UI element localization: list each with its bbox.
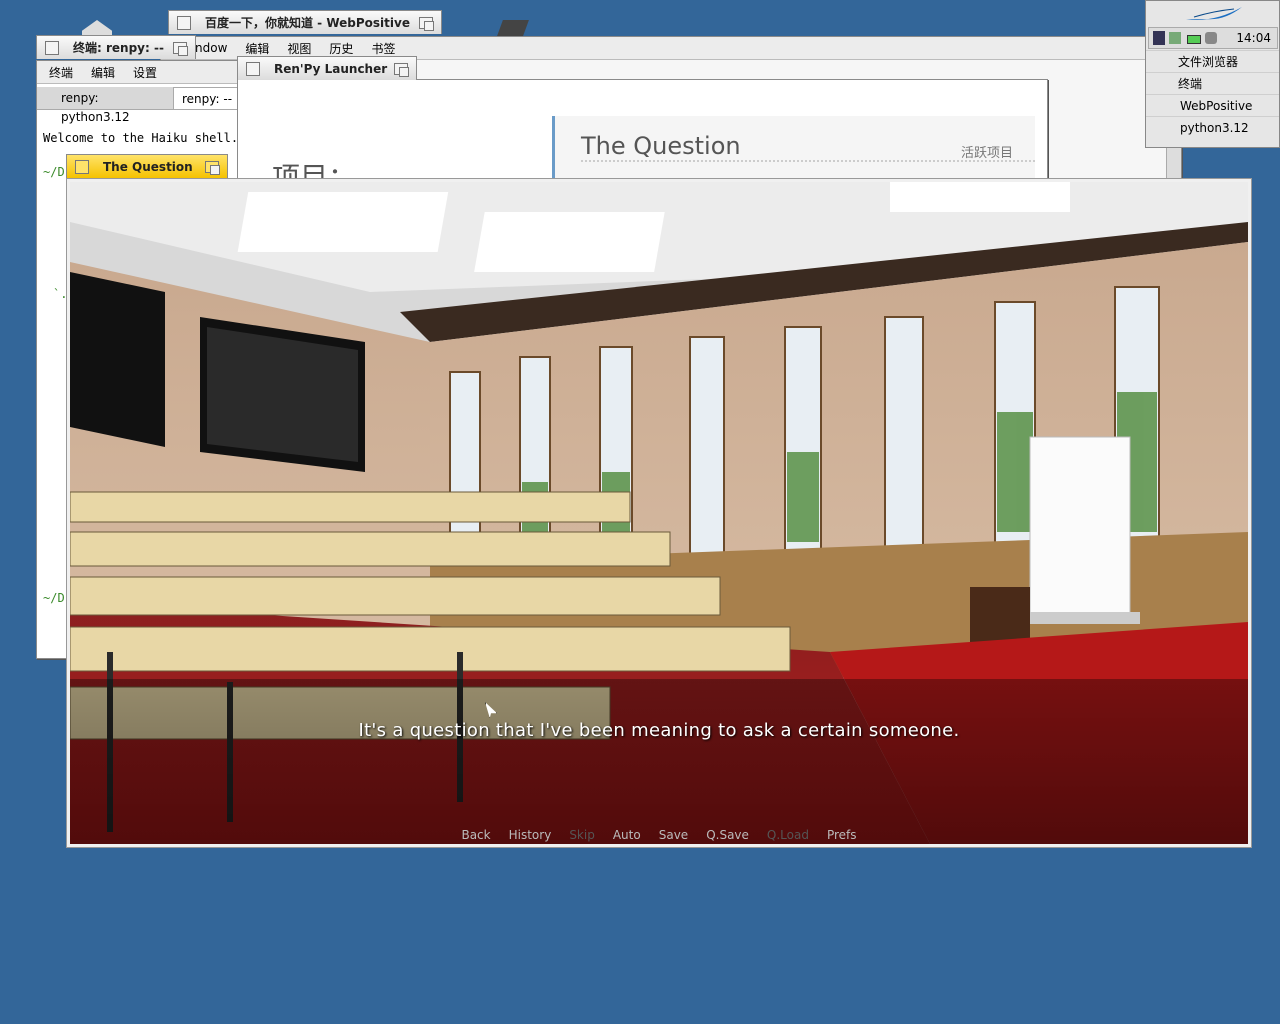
menu-window[interactable]: ndow: [195, 41, 227, 55]
clock[interactable]: 14:04: [1236, 31, 1271, 45]
terminal-prompt: ~/D: [43, 591, 65, 605]
terminal-close-button[interactable]: [45, 40, 59, 55]
game-title: The Question: [103, 159, 193, 174]
desktop-package-icon[interactable]: [497, 20, 529, 36]
terminal-prompt: ~/D: [43, 165, 65, 179]
active-project-label: 活跃项目: [960, 146, 1013, 161]
game-title-tab[interactable]: The Question: [66, 154, 228, 178]
terminal-zoom-button[interactable]: [173, 41, 188, 56]
launcher-window[interactable]: 项目： The Question 活跃项目: [237, 79, 1048, 194]
quick-menu: Back History Skip Auto Save Q.Save Q.Loa…: [70, 828, 1248, 842]
quick-menu-qsave[interactable]: Q.Save: [706, 828, 749, 842]
quick-menu-back[interactable]: Back: [461, 828, 490, 842]
game-zoom-button[interactable]: [205, 160, 220, 175]
launcher-close-button[interactable]: [246, 61, 260, 76]
webpositive-title-tab[interactable]: 百度一下，你就知道 - WebPositive: [168, 10, 442, 34]
deskbar-item-label: 终端: [1178, 77, 1203, 91]
webpositive-close-button[interactable]: [177, 15, 191, 30]
project-panel: The Question 活跃项目: [552, 116, 1035, 182]
divider: [581, 160, 1035, 162]
deskbar-item-label: WebPositive: [1180, 98, 1253, 113]
battery-icon[interactable]: [1187, 35, 1201, 44]
lecture-hall-scene[interactable]: It's a question that I've been meaning t…: [70, 182, 1248, 844]
menu-history[interactable]: 历史: [329, 40, 353, 57]
haiku-leaf-icon[interactable]: [1184, 5, 1244, 23]
menu-view[interactable]: 视图: [287, 40, 311, 57]
dialogue-box[interactable]: It's a question that I've been meaning t…: [70, 679, 1248, 844]
menu-settings[interactable]: 设置: [133, 64, 157, 81]
menu-bookmarks[interactable]: 书签: [371, 40, 395, 57]
quick-menu-save[interactable]: Save: [659, 828, 688, 842]
dialogue-text: It's a question that I've been meaning t…: [358, 720, 960, 741]
volume-icon[interactable]: [1205, 32, 1217, 44]
deskbar-item-label: python3.12: [1180, 120, 1249, 135]
quick-menu-qload[interactable]: Q.Load: [767, 828, 809, 842]
tray: 14:04: [1148, 27, 1278, 49]
quick-menu-prefs[interactable]: Prefs: [827, 828, 857, 842]
game-close-button[interactable]: [75, 159, 89, 174]
launcher-zoom-button[interactable]: [394, 62, 409, 77]
deskbar-item-label: 文件浏览器: [1178, 55, 1239, 69]
webpositive-title: 百度一下，你就知道 - WebPositive: [205, 16, 410, 30]
deskbar-item-python[interactable]: python3.12: [1146, 116, 1279, 138]
terminal-welcome-line: Welcome to the Haiku shell.: [43, 131, 239, 145]
network-icon[interactable]: [1169, 32, 1181, 44]
deskbar-item-webpositive[interactable]: WebPositive: [1146, 94, 1279, 116]
terminal-title: 终端: renpy: --: [73, 41, 164, 55]
terminal-tab-python[interactable]: renpy: python3.12: [41, 89, 169, 124]
menu-terminal[interactable]: 终端: [49, 64, 73, 81]
quick-menu-auto[interactable]: Auto: [613, 828, 641, 842]
launcher-title-tab[interactable]: Ren'Py Launcher: [237, 56, 417, 80]
deskbar: 14:04 文件浏览器 终端 WebPositive python3.12: [1145, 0, 1280, 148]
deskbar-item-tracker[interactable]: 文件浏览器: [1146, 50, 1279, 72]
terminal-menubar: 终端 编辑 设置: [37, 61, 239, 84]
project-name[interactable]: The Question: [581, 132, 741, 160]
quick-menu-history[interactable]: History: [509, 828, 552, 842]
menu-edit[interactable]: 编辑: [91, 64, 115, 81]
deskbar-item-terminal[interactable]: 终端: [1146, 72, 1279, 94]
quick-menu-skip[interactable]: Skip: [569, 828, 595, 842]
terminal-tabbar: renpy: python3.12 renpy: --: [37, 87, 239, 124]
game-window[interactable]: It's a question that I've been meaning t…: [66, 178, 1252, 848]
terminal-title-tab[interactable]: 终端: renpy: --: [36, 35, 196, 59]
launcher-title: Ren'Py Launcher: [274, 61, 388, 76]
terminal-tab-renpy[interactable]: renpy: --: [173, 87, 239, 109]
workspaces-icon[interactable]: [1153, 31, 1165, 45]
webpositive-zoom-button[interactable]: [419, 16, 434, 31]
menu-edit[interactable]: 编辑: [245, 40, 269, 57]
